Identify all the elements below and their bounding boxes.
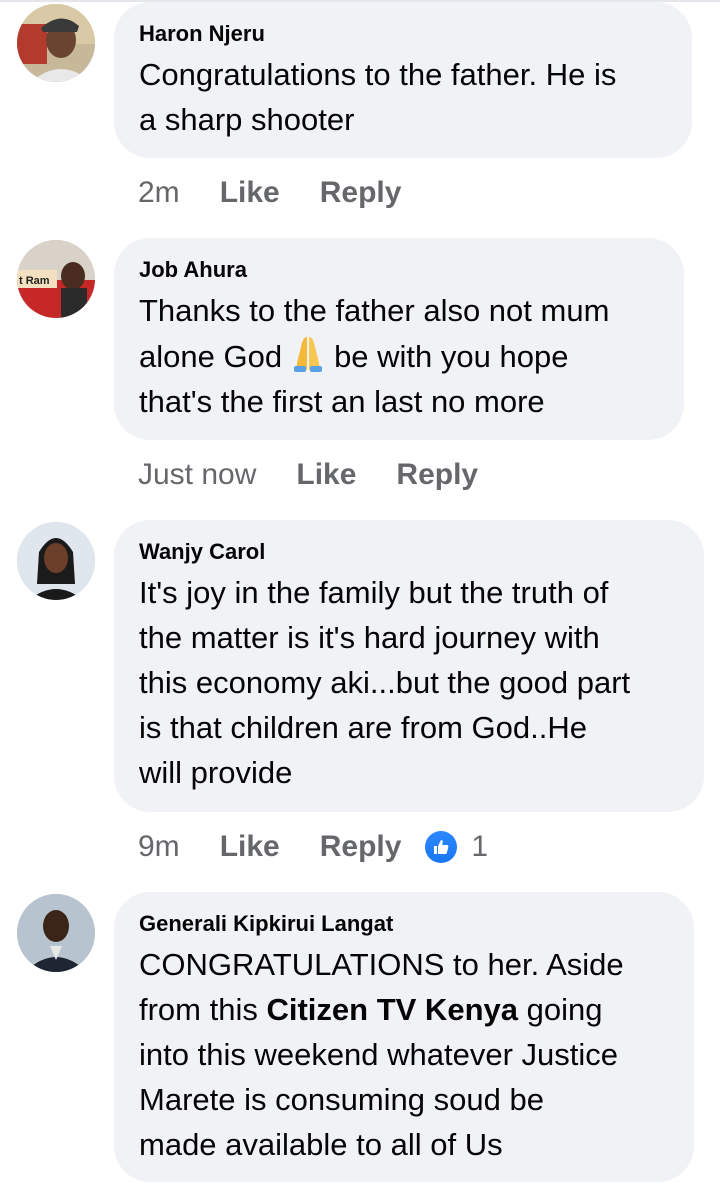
comment-text-line: CONGRATULATIONS to her. Aside: [139, 947, 624, 982]
page-mention-link[interactable]: Citizen TV Kenya: [266, 992, 518, 1027]
reply-button[interactable]: Reply: [320, 176, 402, 210]
comment-actions: Just now Like Reply: [138, 455, 502, 495]
comment-bubble: Haron Njeru Congratulations to the fathe…: [114, 2, 692, 158]
comment-text-line: this economy aki...but the good part: [139, 665, 631, 700]
comment-text-line: It's joy in the family but the truth of: [139, 575, 609, 610]
comment-author[interactable]: Generali Kipkirui Langat: [139, 910, 669, 938]
comment-author[interactable]: Job Ahura: [139, 256, 659, 284]
comment-text-line: that's the first an last no more: [139, 384, 545, 419]
reply-button[interactable]: Reply: [396, 458, 478, 492]
comment-timestamp[interactable]: 2m: [138, 176, 180, 210]
comment-author[interactable]: Wanjy Carol: [139, 538, 679, 566]
folded-hands-icon: [288, 333, 328, 373]
comment-text: It's joy in the family but the truth of …: [139, 570, 679, 795]
comment-text-fragment: from this: [139, 992, 258, 1027]
comment-text: CONGRATULATIONS to her. Aside from this …: [139, 942, 669, 1167]
comment-text-fragment: alone God: [139, 339, 283, 374]
comment-author[interactable]: Haron Njeru: [139, 20, 667, 48]
avatar[interactable]: [17, 4, 95, 82]
comment-bubble: Generali Kipkirui Langat CONGRATULATIONS…: [114, 892, 694, 1182]
like-button[interactable]: Like: [296, 458, 356, 492]
comment-text-line: alone God be with you hope: [139, 333, 659, 379]
like-button[interactable]: Like: [220, 176, 280, 210]
comment-text-line: made available to all of Us: [139, 1127, 503, 1162]
comment-actions: 2m Like Reply: [138, 173, 425, 213]
comment-text-fragment: be with you hope: [334, 339, 569, 374]
avatar[interactable]: t Ram: [17, 240, 95, 318]
avatar[interactable]: [17, 522, 95, 600]
comment-text-line: will provide: [139, 755, 293, 790]
avatar[interactable]: [17, 894, 95, 972]
comment-text-line: Congratulations to the father. He is: [139, 57, 617, 92]
comment-text-line: Thanks to the father also not mum: [139, 293, 610, 328]
comment-bubble: Job Ahura Thanks to the father also not …: [114, 238, 684, 440]
reaction-count: 1: [471, 830, 489, 863]
reaction-summary[interactable]: 1: [425, 830, 488, 864]
reply-button[interactable]: Reply: [320, 830, 402, 864]
comment-text-line: into this weekend whatever Justice: [139, 1037, 619, 1072]
comment-bubble: Wanjy Carol It's joy in the family but t…: [114, 520, 704, 812]
comment-text: Congratulations to the father. He is a s…: [139, 52, 667, 142]
comment-timestamp[interactable]: Just now: [138, 458, 256, 492]
comment-timestamp[interactable]: 9m: [138, 830, 180, 864]
like-reaction-icon: [425, 831, 458, 863]
comment-text-line: Marete is consuming soud be: [139, 1082, 544, 1117]
comment-actions: 9m Like Reply 1: [138, 827, 488, 867]
comment-text-line: from this Citizen TV Kenya going: [139, 987, 669, 1032]
comment-text-fragment: going: [526, 992, 603, 1027]
comment-text-line: is that children are from God..He: [139, 710, 587, 745]
comment-text-line: the matter is it's hard journey with: [139, 620, 600, 655]
comment-text: Thanks to the father also not mum alone …: [139, 288, 659, 424]
comment-text-line: a sharp shooter: [139, 102, 355, 137]
like-button[interactable]: Like: [220, 830, 280, 864]
svg-text:t Ram: t Ram: [19, 275, 50, 287]
